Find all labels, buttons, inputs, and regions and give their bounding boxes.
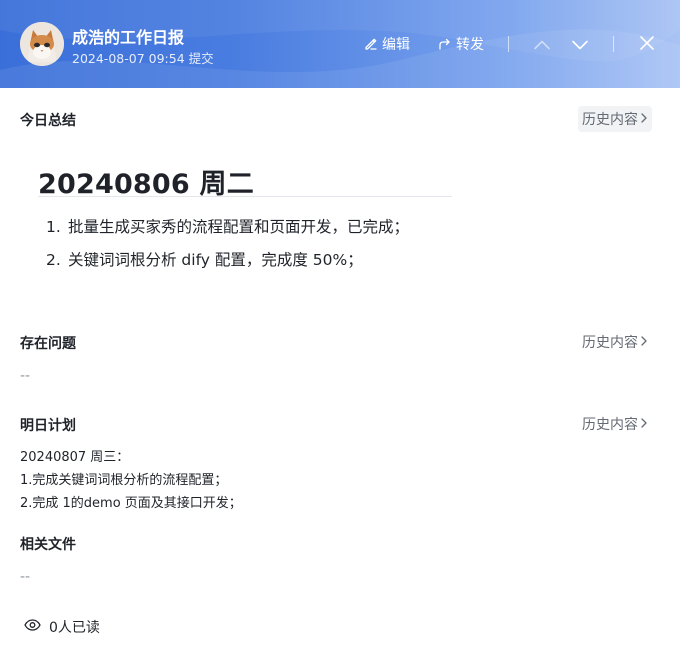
submit-time: 2024-08-07 09:54 提交 [72,51,214,66]
list-text: 关键词词根分析 dify 配置，完成度 50%； [68,251,363,269]
list-number: 2. [46,251,61,269]
chevron-down-icon [572,35,588,54]
close-icon [640,35,654,54]
forward-button[interactable]: 转发 [438,33,484,55]
report-title: 成浩的工作日报 [72,28,185,47]
section-title-issues: 存在问题 [20,336,76,352]
list-item: 1. 批量生成买家秀的流程配置和页面开发，已完成； [46,215,409,237]
report-header: 成浩的工作日报 2024-08-07 09:54 提交 编辑 转发 [0,0,680,88]
chevron-right-icon [640,416,648,432]
list-item: 2. 关键词词根分析 dify 配置，完成度 50%； [46,248,363,270]
close-button[interactable] [636,33,658,55]
edit-label: 编辑 [382,37,410,53]
history-button-issues[interactable]: 历史内容 [578,329,652,355]
edit-icon [364,37,378,51]
issues-empty-value: -- [20,368,31,384]
heading-divider [38,196,452,197]
history-label: 历史内容 [582,417,638,433]
avatar[interactable] [20,22,64,66]
plan-line: 20240807 周三： [20,450,130,465]
chevron-right-icon [640,334,648,350]
files-empty-value: -- [20,569,31,585]
history-button-today[interactable]: 历史内容 [578,106,652,132]
plan-line: 1.完成关键词词根分析的流程配置； [20,473,228,488]
forward-label: 转发 [456,37,484,53]
next-report-button[interactable] [569,33,591,55]
read-count: 0人已读 [49,620,100,636]
list-text: 批量生成买家秀的流程配置和页面开发，已完成； [68,218,410,236]
chevron-right-icon [640,111,648,127]
history-label: 历史内容 [582,112,638,128]
previous-report-button[interactable] [531,33,553,55]
forward-icon [438,37,452,51]
section-title-plan: 明日计划 [20,418,76,434]
read-status[interactable]: 0人已读 [24,618,100,636]
avatar-cat-image [20,22,64,66]
section-title-today: 今日总结 [20,113,76,129]
chevron-up-icon [534,35,550,54]
header-divider [508,36,509,52]
edit-button[interactable]: 编辑 [364,33,410,55]
list-number: 1. [46,218,61,236]
history-button-plan[interactable]: 历史内容 [578,411,652,437]
eye-icon [24,619,41,635]
section-title-files: 相关文件 [20,537,76,553]
header-divider-2 [613,36,614,52]
history-label: 历史内容 [582,335,638,351]
plan-line: 2.完成 1的demo 页面及其接口开发； [20,496,242,511]
